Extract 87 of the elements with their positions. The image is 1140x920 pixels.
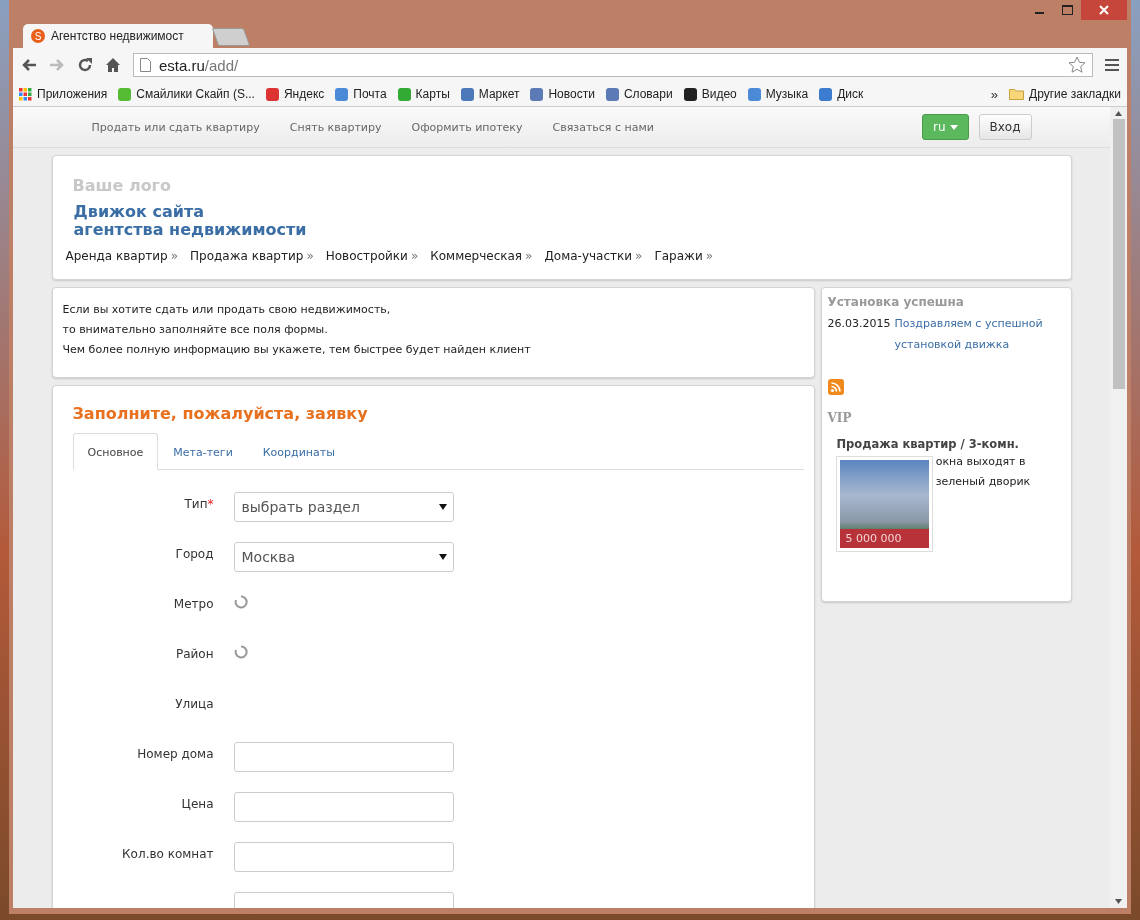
loading-spinner-icon bbox=[233, 645, 248, 659]
dropdown-arrow-icon bbox=[438, 504, 447, 510]
nav-link[interactable]: Снять квартиру bbox=[289, 120, 382, 134]
select-field[interactable]: Москва bbox=[233, 542, 454, 572]
info-text: то внимательно заполняйте все поля формы. bbox=[62, 322, 329, 338]
bookmark-icon bbox=[265, 87, 279, 101]
login-button[interactable]: Вход bbox=[978, 114, 1032, 140]
bookmark[interactable]: Музыка bbox=[747, 87, 809, 101]
menu-icon[interactable] bbox=[1105, 59, 1119, 71]
close-icon bbox=[1099, 5, 1109, 15]
bookmark[interactable]: Карты bbox=[397, 87, 450, 101]
bookmark-icon bbox=[747, 87, 761, 101]
input-field[interactable] bbox=[233, 842, 454, 872]
field-label: Тип* bbox=[184, 497, 214, 511]
scroll-up-icon[interactable] bbox=[1115, 111, 1122, 116]
new-tab-button[interactable] bbox=[211, 28, 251, 46]
category-link[interactable]: Новостройки » bbox=[325, 249, 419, 263]
bookmark-folder[interactable]: Другие закладки bbox=[1009, 87, 1121, 101]
bookmark-icon bbox=[530, 87, 544, 101]
form-tab[interactable]: Координаты bbox=[247, 433, 350, 470]
listing-title[interactable]: Продажа квартир / 3-комн. bbox=[836, 437, 1065, 451]
field-label: Район bbox=[175, 647, 214, 661]
reload-icon[interactable] bbox=[77, 57, 93, 73]
field-label: Кол.во комнат bbox=[122, 847, 214, 861]
forward-icon[interactable] bbox=[49, 58, 65, 72]
input-field[interactable] bbox=[233, 792, 454, 822]
form-tab[interactable]: Основное bbox=[72, 433, 159, 470]
bookmark-icon bbox=[605, 87, 619, 101]
star-icon[interactable] bbox=[1068, 56, 1086, 74]
favicon-icon: S bbox=[31, 29, 45, 43]
field-label: Цена bbox=[181, 797, 214, 811]
vip-title: VIP bbox=[827, 411, 853, 425]
bookmark[interactable]: Маркет bbox=[460, 87, 520, 101]
category-link[interactable]: Аренда квартир » bbox=[65, 249, 179, 263]
bookmark-icon bbox=[335, 87, 349, 101]
bookmark[interactable]: Почта bbox=[335, 87, 387, 101]
bookmark[interactable]: Словари bbox=[605, 87, 673, 101]
category-link[interactable]: Коммерческая » bbox=[430, 249, 533, 263]
form-title: Заполните, пожалуйста, заявку bbox=[72, 404, 369, 423]
nav-link[interactable]: Оформить ипотеку bbox=[411, 120, 523, 134]
bookmark-icon bbox=[397, 87, 411, 101]
category-link[interactable]: Продажа квартир » bbox=[190, 249, 314, 263]
news-title: Установка успешна bbox=[827, 295, 965, 309]
listing-description: окна выходят в зеленый дворик bbox=[935, 454, 1032, 490]
select-field[interactable]: выбрать раздел bbox=[233, 492, 454, 522]
dropdown-arrow-icon bbox=[438, 554, 447, 560]
price-label: 5 000 000 bbox=[839, 529, 929, 548]
form-tab[interactable]: Мета-теги bbox=[158, 433, 248, 470]
info-text: Если вы хотите сдать или продать свою недвижимость, bbox=[62, 302, 392, 318]
home-icon[interactable] bbox=[105, 57, 121, 73]
apps-grid-icon bbox=[19, 87, 32, 101]
scrollbar[interactable] bbox=[1110, 107, 1127, 908]
bookmark[interactable]: Приложения bbox=[19, 87, 108, 101]
bookmark[interactable]: Видео bbox=[683, 87, 737, 101]
bookmark[interactable]: Смайлики Скайп (S... bbox=[118, 87, 255, 101]
bookmark-icon bbox=[460, 87, 474, 101]
loading-spinner-icon bbox=[233, 595, 248, 609]
field-label: Метро bbox=[173, 597, 214, 611]
bookmark[interactable]: Диск bbox=[819, 87, 864, 101]
bookmark-icon bbox=[683, 87, 697, 101]
nav-link[interactable]: Продать или сдать квартиру bbox=[91, 120, 260, 134]
field-label: Улица bbox=[175, 697, 214, 711]
category-link[interactable]: Гаражи » bbox=[654, 249, 714, 263]
site-title: Движок сайта агентства недвижимости bbox=[73, 203, 308, 239]
field-label: Город bbox=[175, 547, 214, 561]
field-label: Номер дома bbox=[137, 747, 214, 761]
bookmark[interactable]: Яндекс bbox=[265, 87, 325, 101]
back-icon[interactable] bbox=[21, 58, 37, 72]
caret-icon bbox=[949, 124, 958, 130]
scroll-down-icon[interactable] bbox=[1115, 899, 1122, 904]
browser-tab[interactable]: S Агентство недвижимост bbox=[23, 24, 213, 48]
bookmark-icon bbox=[819, 87, 833, 101]
more-bookmarks-button[interactable]: » bbox=[990, 86, 999, 102]
category-link[interactable]: Дома-участки » bbox=[544, 249, 643, 263]
rss-icon[interactable] bbox=[827, 379, 844, 395]
close-button[interactable] bbox=[1081, 0, 1127, 20]
news-link[interactable]: Поздравляем с успешной установкой движка bbox=[894, 313, 1065, 355]
scrollbar-thumb[interactable] bbox=[1112, 119, 1125, 389]
nav-link[interactable]: Связаться с нами bbox=[552, 120, 654, 134]
bookmark[interactable]: Новости bbox=[530, 87, 595, 101]
info-text: Чем более полную информацию вы укажете, тем быстрее будет найден клиент bbox=[62, 342, 532, 358]
input-field[interactable] bbox=[233, 742, 454, 772]
page-icon bbox=[140, 58, 151, 72]
folder-icon bbox=[1009, 88, 1025, 100]
address-bar[interactable]: esta.ru/add/ bbox=[133, 53, 1093, 77]
bookmark-icon bbox=[118, 87, 132, 101]
news-date: 26.03.2015 bbox=[827, 316, 891, 332]
